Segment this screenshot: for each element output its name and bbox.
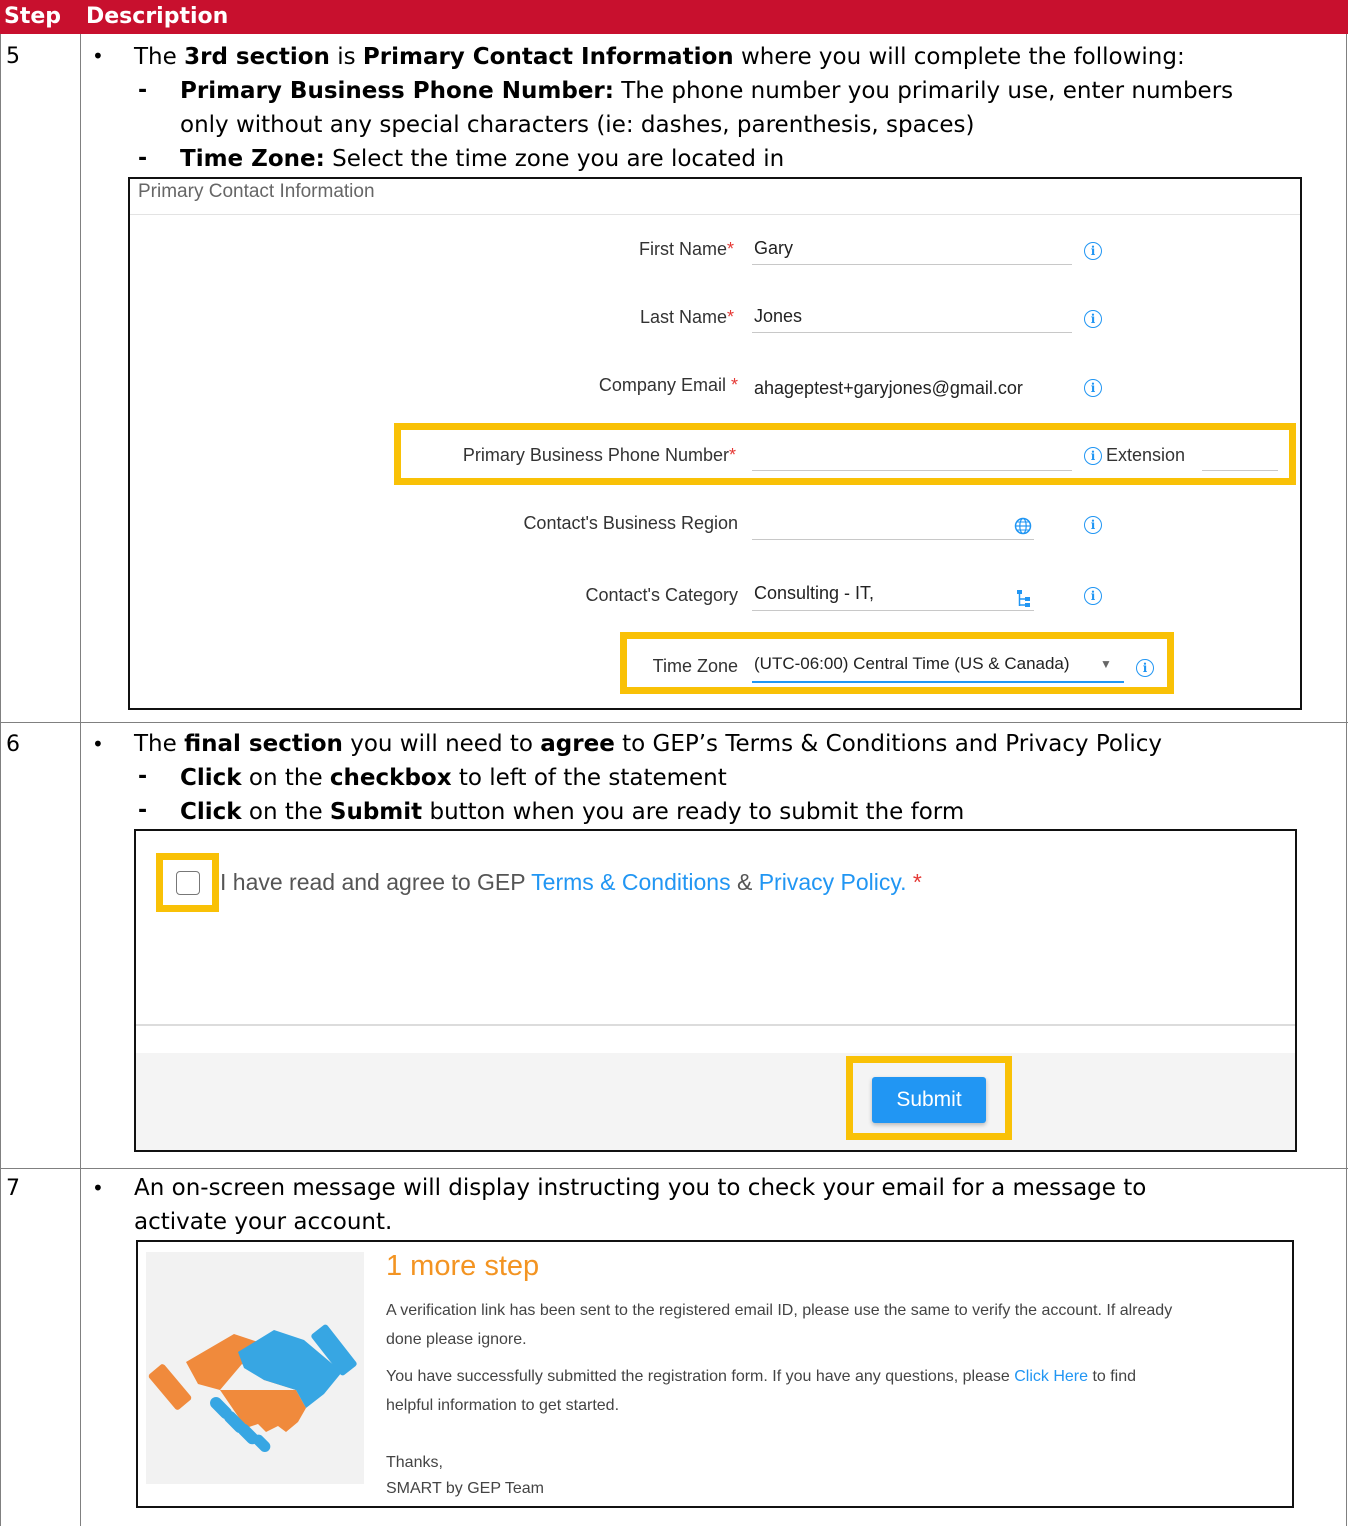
section-title: Primary Contact Information — [138, 181, 375, 202]
email-input[interactable]: ahageptest+garyjones@gmail.cor — [754, 378, 1023, 399]
confirmation-screenshot: 1 more step A verification link has been… — [136, 1240, 1294, 1508]
row-divider-6-7 — [0, 1168, 1348, 1169]
step7-line2: activate your account. — [134, 1209, 393, 1235]
dash: - — [138, 798, 148, 823]
last-name-underline — [752, 332, 1072, 333]
bullet: • — [92, 44, 104, 68]
info-icon[interactable]: i — [1084, 516, 1102, 534]
step-number: 7 — [6, 1176, 20, 1201]
header-step: Step — [4, 4, 62, 29]
privacy-link[interactable]: Privacy Policy. — [759, 869, 907, 895]
info-icon[interactable]: i — [1084, 310, 1102, 328]
last-name-input[interactable]: Jones — [754, 306, 802, 327]
dash: - — [138, 146, 148, 171]
bullet: • — [92, 732, 104, 756]
highlight-checkbox — [156, 853, 219, 912]
highlight-timezone-row — [620, 632, 1174, 694]
highlight-phone-row — [394, 423, 1296, 485]
step5-intro: The 3rd section is Primary Contact Infor… — [134, 44, 1185, 70]
header-description: Description — [86, 4, 229, 29]
step6-sub2: Click on the Submit button when you are … — [180, 799, 965, 825]
first-name-input[interactable]: Gary — [754, 238, 793, 259]
terms-link[interactable]: Terms & Conditions — [531, 869, 730, 895]
info-icon[interactable]: i — [1084, 242, 1102, 260]
email-label: Company Email * — [598, 375, 738, 395]
message-title: 1 more step — [386, 1250, 540, 1282]
row-divider-5-6 — [0, 722, 1348, 723]
section-divider — [130, 214, 1300, 215]
terms-screenshot: I have read and agree to GEP Terms & Con… — [134, 829, 1297, 1152]
globe-icon[interactable] — [1014, 517, 1032, 535]
message-paragraph-1: A verification link has been sent to the… — [386, 1302, 1173, 1319]
step5-sub1-cont: only without any special characters (ie:… — [180, 112, 975, 138]
message-paragraph-2-cont: helpful information to get started. — [386, 1397, 620, 1414]
last-name-label: Last Name* — [639, 307, 734, 327]
handshake-panel — [146, 1252, 364, 1484]
first-name-label: First Name* — [638, 239, 734, 259]
tree-icon[interactable] — [1016, 589, 1032, 609]
message-paragraph-1-cont: done please ignore. — [386, 1331, 527, 1348]
step-number: 6 — [6, 732, 20, 757]
step5-sub2: Time Zone: Select the time zone you are … — [180, 146, 785, 172]
agree-statement: I have read and agree to GEP Terms & Con… — [220, 869, 922, 895]
message-paragraph-2: You have successfully submitted the regi… — [386, 1368, 1137, 1385]
table-border-left — [0, 34, 1, 1526]
info-icon[interactable]: i — [1084, 587, 1102, 605]
step-number: 5 — [6, 44, 20, 69]
region-label: Contact's Business Region — [523, 513, 738, 533]
category-label: Contact's Category — [585, 585, 738, 605]
message-signature: SMART by GEP Team — [386, 1480, 544, 1497]
dash: - — [138, 764, 148, 789]
table-border-right — [1346, 34, 1347, 1526]
highlight-submit — [846, 1056, 1012, 1140]
table-col-divider — [80, 34, 81, 1526]
info-icon[interactable]: i — [1084, 379, 1102, 397]
click-here-link[interactable]: Click Here — [1014, 1368, 1088, 1385]
form-divider — [136, 1024, 1295, 1026]
bullet: • — [92, 1176, 104, 1200]
step6-intro: The final section you will need to agree… — [134, 731, 1163, 757]
category-input[interactable]: Consulting - IT, — [754, 583, 874, 604]
step7-line1: An on-screen message will display instru… — [134, 1175, 1147, 1201]
first-name-underline — [752, 264, 1072, 265]
step5-sub1: Primary Business Phone Number: The phone… — [180, 78, 1234, 104]
step6-sub1: Click on the checkbox to left of the sta… — [180, 765, 727, 791]
table-header: Step Description — [0, 0, 1348, 34]
category-underline — [752, 610, 1034, 611]
handshake-icon — [148, 1324, 357, 1453]
form-footer — [136, 1053, 1295, 1150]
dash: - — [138, 78, 148, 103]
message-thanks: Thanks, — [386, 1454, 443, 1471]
region-input[interactable] — [752, 539, 1034, 540]
